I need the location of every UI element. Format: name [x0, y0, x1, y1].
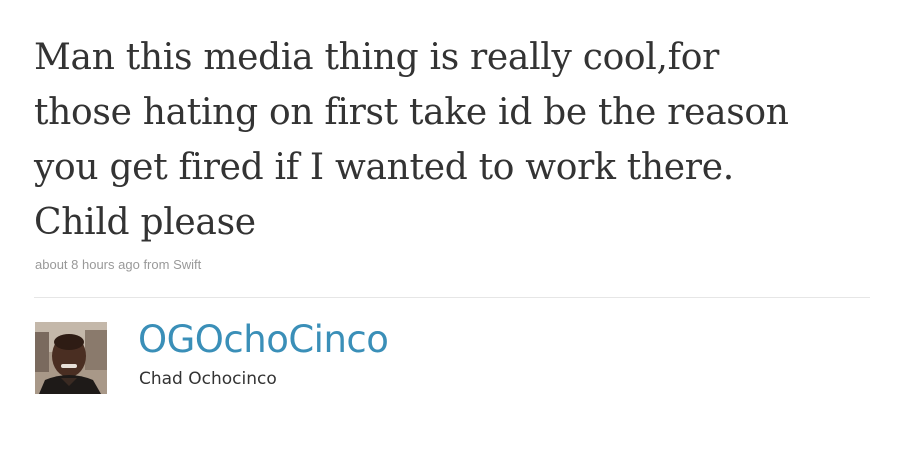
source-prefix: from: [143, 257, 170, 272]
tweet-meta: about 8 hours ago from Swift: [35, 257, 201, 272]
divider: [34, 297, 870, 298]
tweet-source-link[interactable]: Swift: [173, 257, 201, 272]
author-full-name: Chad Ochocinco: [139, 369, 277, 389]
avatar[interactable]: [35, 322, 107, 394]
avatar-photo-icon: [35, 322, 107, 394]
author-username-link[interactable]: OGOchoCinco: [138, 318, 389, 361]
tweet-card: Man this media thing is really cool,for …: [0, 0, 900, 470]
tweet-text: Man this media thing is really cool,for …: [34, 37, 789, 243]
tweet-timestamp-link[interactable]: about 8 hours ago: [35, 257, 140, 272]
